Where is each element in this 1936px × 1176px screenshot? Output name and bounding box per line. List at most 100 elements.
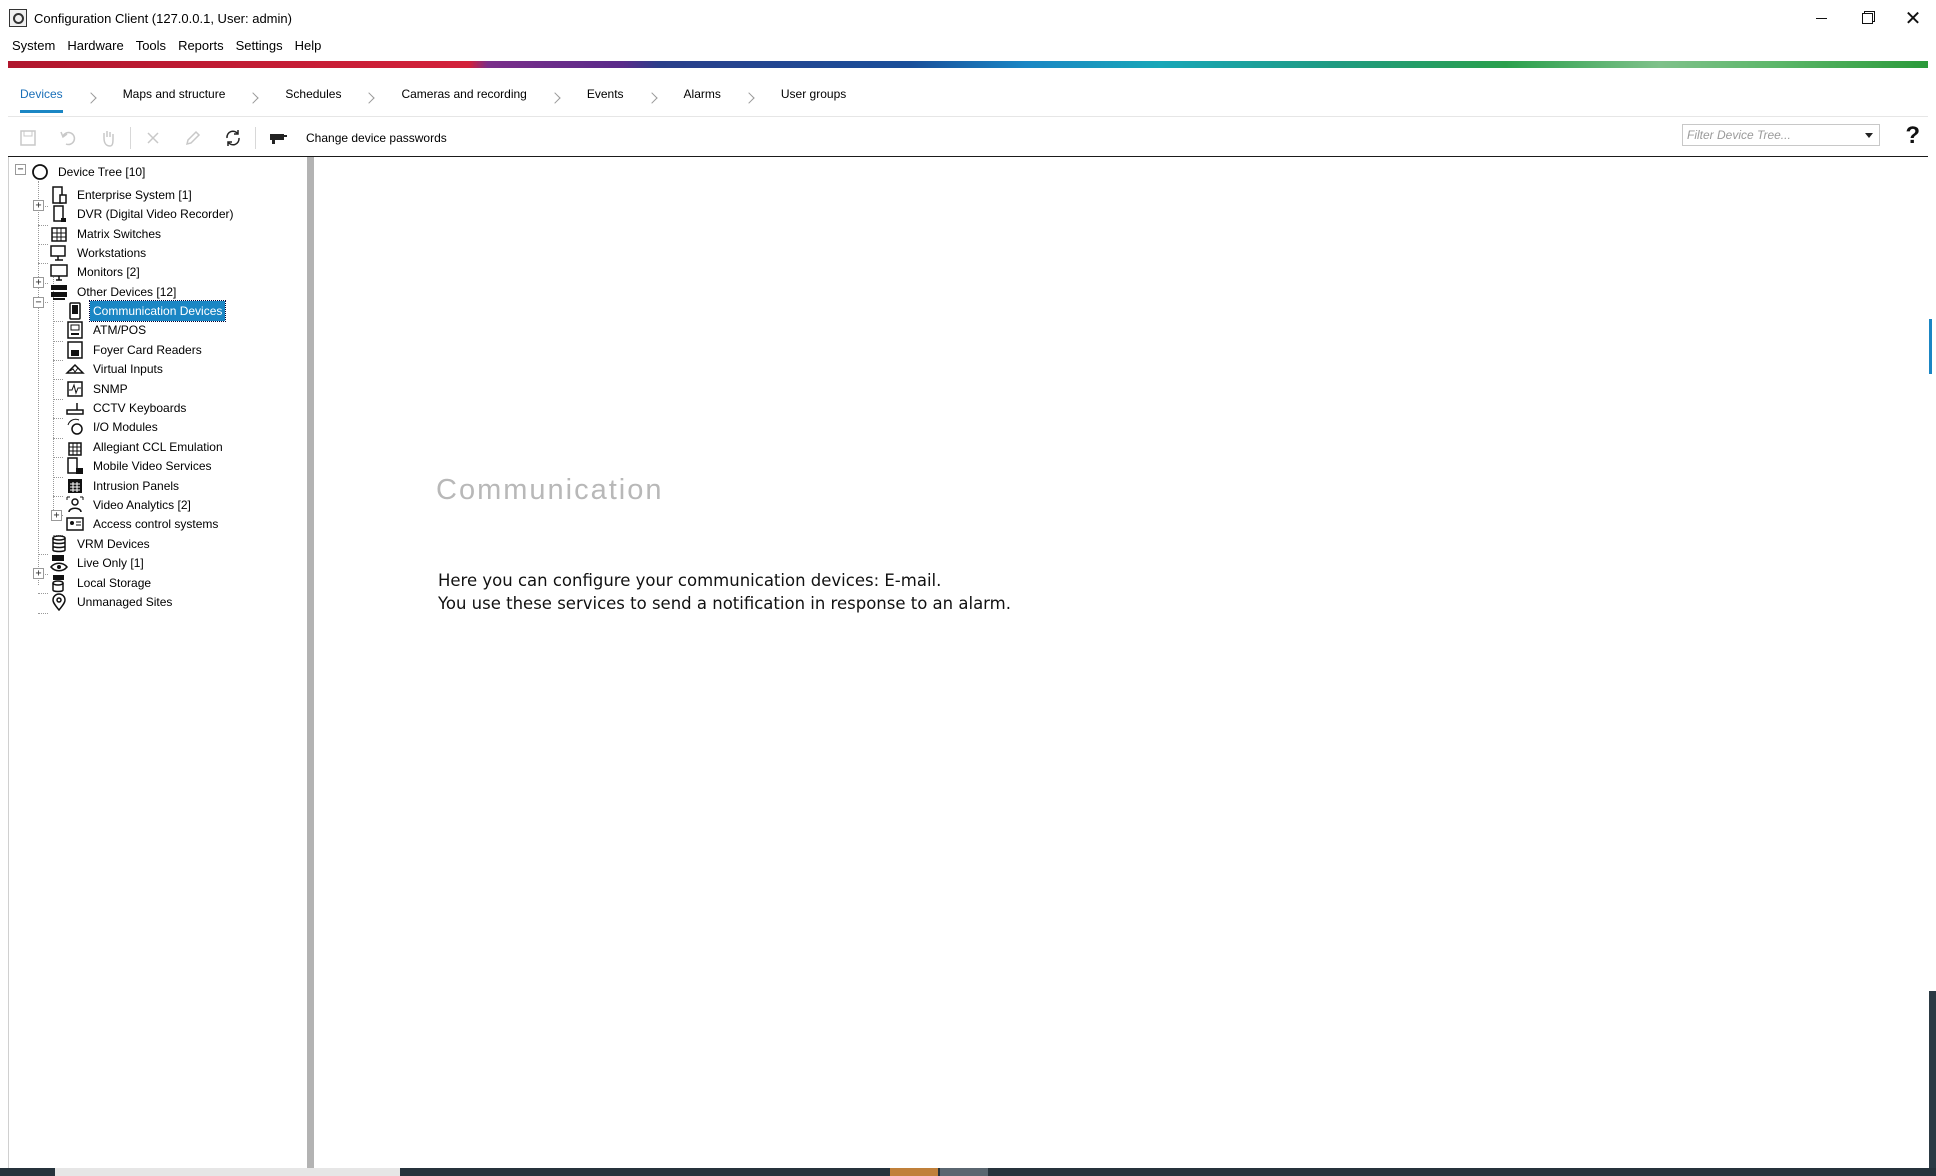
tree-item-label: Communication Devices xyxy=(88,300,227,322)
live-only-icon xyxy=(49,553,69,573)
content-pane: Communication Here you can configure you… xyxy=(314,157,1928,1168)
tree-item-label: Device Tree [10] xyxy=(58,165,146,179)
page-title: Communication xyxy=(436,474,664,506)
tree-root[interactable]: Device Tree [10] xyxy=(30,161,148,183)
monitor-icon xyxy=(49,262,69,282)
tree-item-atm-pos[interactable]: ATM/POS xyxy=(65,319,149,341)
tree-item-monitors[interactable]: Monitors [2] xyxy=(49,261,143,283)
collapse-toggle[interactable]: − xyxy=(33,297,44,308)
menu-reports[interactable]: Reports xyxy=(172,36,230,56)
tree-item-label: CCTV Keyboards xyxy=(93,401,187,415)
tree-item-label: SNMP xyxy=(93,382,128,396)
minimize-button[interactable] xyxy=(1798,0,1844,36)
phone-icon xyxy=(65,301,85,321)
tree-item-mobile-video-services[interactable]: Mobile Video Services xyxy=(65,455,215,477)
location-pin-icon xyxy=(49,592,69,612)
hand-button[interactable] xyxy=(88,123,128,153)
filter-device-tree-input[interactable] xyxy=(1683,125,1859,145)
tree-item-live-only[interactable]: Live Only [1] xyxy=(49,552,147,574)
window-title: Configuration Client (127.0.0.1, User: a… xyxy=(34,10,292,26)
tree-item-label: VRM Devices xyxy=(77,537,150,551)
tree-item-dvr[interactable]: DVR (Digital Video Recorder) xyxy=(49,203,237,225)
atm-icon xyxy=(65,320,85,340)
tab-devices[interactable]: Devices xyxy=(8,83,75,113)
mobile-video-icon xyxy=(65,456,85,476)
app-icon xyxy=(9,9,27,27)
panel-splitter[interactable] xyxy=(307,157,314,1168)
close-button[interactable]: ✕ xyxy=(1890,0,1936,36)
enterprise-icon xyxy=(49,185,69,205)
menu-tools[interactable]: Tools xyxy=(130,36,172,56)
taskbar-item[interactable] xyxy=(55,1168,400,1176)
chevron-right-icon xyxy=(743,92,755,104)
tab-cameras-and-recording[interactable]: Cameras and recording xyxy=(389,83,538,113)
refresh-button[interactable] xyxy=(213,123,253,153)
save-button[interactable] xyxy=(8,123,48,153)
expand-toggle[interactable]: + xyxy=(33,200,44,211)
divider xyxy=(8,116,1928,117)
delete-icon xyxy=(147,132,159,144)
menu-settings[interactable]: Settings xyxy=(230,36,289,56)
tree-item-virtual-inputs[interactable]: Virtual Inputs xyxy=(65,358,166,380)
menu-help[interactable]: Help xyxy=(289,36,328,56)
tree-item-access-control-systems[interactable]: Access control systems xyxy=(65,513,221,535)
help-button[interactable]: ? xyxy=(1905,122,1920,150)
tab-events[interactable]: Events xyxy=(575,83,636,113)
tree-item-label: Other Devices [12] xyxy=(77,285,177,299)
maximize-button[interactable] xyxy=(1844,0,1890,36)
chevron-right-icon xyxy=(85,92,97,104)
tree-item-label: Workstations xyxy=(77,246,147,260)
tree-item-label: Monitors [2] xyxy=(77,265,140,279)
toolbar-separator xyxy=(130,127,131,149)
chevron-right-icon xyxy=(247,92,260,104)
scroll-thumb[interactable] xyxy=(1929,319,1932,374)
chevron-right-icon xyxy=(645,92,658,104)
collapse-toggle[interactable]: − xyxy=(15,164,26,175)
device-tree: − + + − + + Device Tree [10] Enterprise … xyxy=(8,157,308,1168)
menu-bar: System Hardware Tools Reports Settings H… xyxy=(0,36,327,56)
scrollbar[interactable] xyxy=(1928,157,1936,1168)
undo-icon xyxy=(60,131,76,146)
delete-button[interactable] xyxy=(133,123,173,153)
filter-device-tree[interactable] xyxy=(1682,124,1880,146)
matrix-icon xyxy=(49,224,69,244)
description-line: You use these services to send a notific… xyxy=(438,594,1011,613)
tree-item-unmanaged-sites[interactable]: Unmanaged Sites xyxy=(49,591,175,613)
tab-user-groups[interactable]: User groups xyxy=(769,83,858,113)
expand-toggle[interactable]: + xyxy=(51,510,62,521)
tree-item-label: Unmanaged Sites xyxy=(77,595,173,609)
edit-icon xyxy=(185,130,201,146)
tab-alarms[interactable]: Alarms xyxy=(672,83,733,113)
tree-item-label: Mobile Video Services xyxy=(93,459,212,473)
brand-color-band xyxy=(8,61,1928,68)
ccl-icon xyxy=(65,437,85,457)
tree-item-label: Video Analytics [2] xyxy=(93,498,191,512)
edit-button[interactable] xyxy=(173,123,213,153)
chevron-right-icon xyxy=(549,92,561,104)
change-device-passwords-button[interactable]: Change device passwords xyxy=(306,131,447,145)
tree-item-label: Allegiant CCL Emulation xyxy=(93,440,223,454)
workflow-navigation: Devices Maps and structure Schedules Cam… xyxy=(8,83,858,113)
change-passwords-icon-button[interactable] xyxy=(258,123,298,153)
tab-schedules[interactable]: Schedules xyxy=(273,83,353,113)
configuration-client-window: Configuration Client (127.0.0.1, User: a… xyxy=(0,0,1936,1176)
tree-item-io-modules[interactable]: I/O Modules xyxy=(65,416,161,438)
menu-hardware[interactable]: Hardware xyxy=(61,36,129,56)
taskbar-strip xyxy=(0,1168,1936,1176)
menu-system[interactable]: System xyxy=(6,36,61,56)
expand-toggle[interactable]: + xyxy=(33,568,44,579)
taskbar-item[interactable] xyxy=(940,1168,988,1176)
undo-button[interactable] xyxy=(48,123,88,153)
title-bar: Configuration Client (127.0.0.1, User: a… xyxy=(0,0,1936,36)
dvr-icon xyxy=(49,204,69,224)
tree-item-label: DVR (Digital Video Recorder) xyxy=(77,207,234,221)
tree-item-label: Access control systems xyxy=(93,517,219,531)
taskbar-item[interactable] xyxy=(890,1168,938,1176)
snmp-icon xyxy=(65,379,85,399)
save-icon xyxy=(20,130,36,146)
tree-item-label: Enterprise System [1] xyxy=(77,188,192,202)
tab-maps-and-structure[interactable]: Maps and structure xyxy=(111,83,238,113)
toolbar: Change device passwords ? xyxy=(8,120,1928,156)
expand-toggle[interactable]: + xyxy=(33,277,44,288)
chevron-down-icon[interactable] xyxy=(1865,132,1873,138)
